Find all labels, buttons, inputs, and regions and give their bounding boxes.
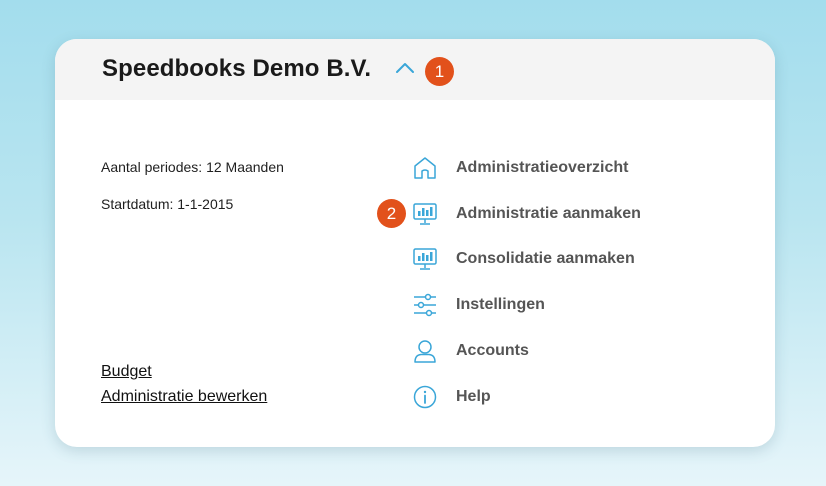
sliders-icon bbox=[414, 293, 436, 317]
periods-info: Aantal periodes: 12 Maanden bbox=[101, 159, 284, 175]
user-icon bbox=[414, 340, 436, 363]
menu-label: Administratie aanmaken bbox=[456, 205, 641, 222]
company-title: Speedbooks Demo B.V. bbox=[102, 55, 372, 82]
chevron-up-icon[interactable] bbox=[394, 59, 416, 77]
menu-label: Consolidatie aanmaken bbox=[456, 250, 635, 267]
menu-item-help[interactable]: Help bbox=[412, 384, 692, 410]
menu-item-administratieoverzicht[interactable]: Administratieoverzicht bbox=[412, 155, 692, 181]
menu-label: Help bbox=[456, 388, 491, 405]
menu-label: Administratieoverzicht bbox=[456, 159, 629, 176]
edit-administration-link[interactable]: Administratie bewerken bbox=[101, 388, 267, 406]
menu-item-accounts[interactable]: Accounts bbox=[412, 338, 692, 364]
menu-item-administratie-aanmaken[interactable]: Administratie aanmaken bbox=[412, 201, 692, 227]
step-badge-1: 1 bbox=[425, 57, 454, 86]
info-icon bbox=[413, 385, 437, 409]
start-date-info: Startdatum: 1-1-2015 bbox=[101, 196, 234, 212]
card-header: Speedbooks Demo B.V. 1 bbox=[55, 39, 775, 100]
step-badge-2: 2 bbox=[377, 199, 406, 228]
company-card: Speedbooks Demo B.V. 1 Aantal periodes: … bbox=[55, 39, 775, 447]
menu-label: Instellingen bbox=[456, 296, 545, 313]
menu-label: Accounts bbox=[456, 342, 529, 359]
home-icon bbox=[414, 157, 436, 179]
budget-link[interactable]: Budget bbox=[101, 363, 152, 381]
menu-item-instellingen[interactable]: Instellingen bbox=[412, 292, 692, 318]
menu-item-consolidatie-aanmaken[interactable]: Consolidatie aanmaken bbox=[412, 246, 692, 272]
monitor-chart-icon bbox=[413, 203, 437, 225]
monitor-chart-icon bbox=[413, 248, 437, 270]
